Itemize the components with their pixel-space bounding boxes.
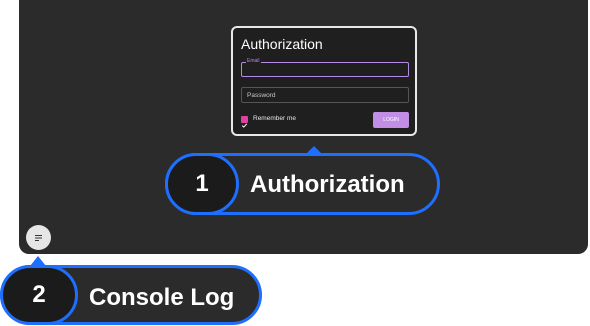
remember-me-checkbox[interactable] [241, 116, 248, 128]
callout-label-1: Authorization [250, 171, 405, 198]
remember-me-label: Remember me [253, 115, 296, 122]
callout-number-1: 1 [165, 153, 239, 215]
console-log-button[interactable] [26, 225, 51, 250]
console-log-icon [35, 234, 42, 241]
callout-authorization: 1 Authorization [165, 153, 440, 215]
password-placeholder: Password [247, 92, 276, 99]
callout-label-2: Console Log [89, 284, 235, 311]
callout-console-log: 2 Console Log [0, 265, 262, 325]
email-field[interactable]: Email [241, 58, 409, 77]
password-field[interactable]: Password [241, 87, 409, 103]
authorization-dialog: Authorization Email Password Remember me… [231, 26, 417, 136]
callout-number-2: 2 [0, 265, 78, 325]
app-canvas: Authorization Email Password Remember me… [19, 0, 588, 254]
login-button[interactable]: LOGIN [373, 112, 409, 128]
dialog-title: Authorization [241, 36, 323, 52]
checkmark-icon [241, 123, 248, 128]
email-label: Email [246, 58, 261, 64]
